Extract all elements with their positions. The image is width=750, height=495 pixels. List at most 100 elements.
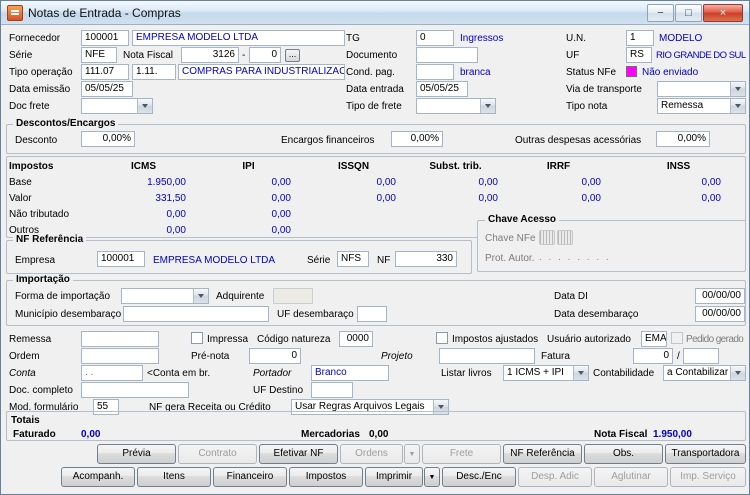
nota-fiscal-browse-button[interactable]: ... xyxy=(285,49,300,62)
contrato-button[interactable]: Contrato xyxy=(178,444,257,464)
documento-input[interactable] xyxy=(416,47,478,63)
conta-input[interactable]: . . xyxy=(81,365,143,381)
municipio-desembaraco-input[interactable] xyxy=(123,306,269,322)
tipo-operacao-desc-field[interactable]: COMPRAS PARA INDUSTRIALIZACA xyxy=(178,64,345,80)
listar-livros-select[interactable]: 1 ICMS + IPI xyxy=(503,365,589,381)
importacao-group-title: Importação xyxy=(13,274,73,286)
nota-fiscal-sub-input[interactable]: 0 xyxy=(249,47,281,63)
encargos-input[interactable]: 0,00% xyxy=(391,131,443,147)
fornecedor-name-field[interactable]: EMPRESA MODELO LTDA xyxy=(132,30,345,46)
doc-completo-input[interactable] xyxy=(81,382,189,398)
ordem-input[interactable] xyxy=(81,348,159,364)
data-di-input[interactable]: 00/00/00 xyxy=(695,288,745,304)
ordens-dropdown-arrow-button[interactable]: ▼ xyxy=(404,444,420,464)
close-button[interactable]: × xyxy=(703,4,743,22)
tipo-frete-select[interactable] xyxy=(416,98,496,114)
usuario-autorizado-input[interactable]: EMA xyxy=(641,331,667,347)
portador-input[interactable]: Branco xyxy=(311,365,389,381)
un-desc: MODELO xyxy=(659,33,703,44)
outras-despesas-label: Outras despesas acessórias xyxy=(515,135,642,146)
data-emissao-input[interactable]: 05/05/25 xyxy=(81,81,133,97)
fatura-separator: / xyxy=(677,351,680,362)
outras-despesas-input[interactable]: 0,00% xyxy=(656,131,710,147)
impostos-button[interactable]: Impostos xyxy=(289,467,363,487)
impressa-checkbox[interactable] xyxy=(191,332,203,344)
un-input[interactable]: 1 xyxy=(626,30,654,46)
obs-button[interactable]: Obs. xyxy=(584,444,663,464)
chevron-down-icon[interactable] xyxy=(193,289,208,303)
impostos-cell: 0,00 xyxy=(271,177,291,188)
acompanh-button[interactable]: Acompanh. xyxy=(61,467,135,487)
uf-desembaraco-input[interactable] xyxy=(357,306,387,322)
maximize-button[interactable]: □ xyxy=(675,4,702,22)
nf-ref-serie-input[interactable]: NFS xyxy=(337,251,369,267)
efetivar-nf-button[interactable]: Efetivar NF xyxy=(259,444,338,464)
doc-frete-select[interactable] xyxy=(81,98,153,114)
financeiro-button[interactable]: Financeiro xyxy=(213,467,287,487)
nota-fiscal-numero-input[interactable]: 3126 xyxy=(181,47,239,63)
tg-desc: Ingressos xyxy=(460,33,504,44)
imprimir-dropdown-arrow-button[interactable]: ▼ xyxy=(424,467,440,487)
nf-ref-serie-label: Série xyxy=(307,255,331,266)
codigo-natureza-input[interactable]: 0000 xyxy=(339,331,373,347)
serie-input[interactable]: NFE xyxy=(81,47,117,63)
uf-destino-input[interactable] xyxy=(311,382,353,398)
chevron-down-icon[interactable] xyxy=(730,366,745,380)
imprimir-button[interactable]: Imprimir xyxy=(365,467,423,487)
pedido-gerado-checkbox[interactable] xyxy=(671,332,683,344)
chevron-down-icon[interactable] xyxy=(730,82,745,96)
codigo-natureza-label: Código natureza xyxy=(257,334,331,345)
fatura-parcela-input[interactable] xyxy=(683,348,719,364)
chevron-down-icon[interactable] xyxy=(573,366,588,380)
desconto-label: Desconto xyxy=(15,135,58,146)
remessa-input[interactable] xyxy=(81,331,159,347)
previa-button[interactable]: Prévia xyxy=(97,444,176,464)
ordens-button[interactable]: Ordens xyxy=(340,444,403,464)
nf-ref-nf-input[interactable]: 330 xyxy=(395,251,457,267)
adquirente-input[interactable] xyxy=(273,288,313,304)
uf-input[interactable]: RS xyxy=(626,47,652,63)
desc-enc-button[interactable]: Desc./Enc xyxy=(442,467,516,487)
pre-nota-input[interactable]: 0 xyxy=(249,348,301,364)
projeto-input[interactable] xyxy=(439,348,535,364)
nota-fiscal-label: Nota Fiscal xyxy=(123,50,174,61)
window-controls: − □ × xyxy=(647,4,743,22)
chevron-down-icon[interactable] xyxy=(730,99,745,113)
barcode-icon[interactable] xyxy=(539,230,555,245)
forma-importacao-select[interactable] xyxy=(121,288,209,304)
data-emissao-label: Data emissão xyxy=(9,84,71,95)
barcode-icon[interactable] xyxy=(557,230,573,245)
nf-referencia-button[interactable]: NF Referência xyxy=(503,444,582,464)
desp-adic-button[interactable]: Desp. Adic xyxy=(518,467,592,487)
impostos-cell: 0,00 xyxy=(478,177,498,188)
desconto-input[interactable]: 0,00% xyxy=(81,131,135,147)
via-transporte-select[interactable] xyxy=(657,81,746,97)
status-nfe-desc: Não enviado xyxy=(642,67,699,78)
cond-pag-input[interactable] xyxy=(416,64,454,80)
tg-input[interactable]: 0 xyxy=(416,30,454,46)
contabilidade-label: Contabilidade xyxy=(593,368,655,379)
data-entrada-input[interactable]: 05/05/25 xyxy=(416,81,468,97)
chevron-down-icon[interactable] xyxy=(137,99,152,113)
nota-fiscal-total-label: Nota Fiscal xyxy=(594,429,648,440)
cond-pag-desc: branca xyxy=(460,67,491,78)
itens-button[interactable]: Itens xyxy=(137,467,211,487)
tipo-nota-select[interactable]: Remessa xyxy=(657,98,746,114)
nf-ref-empresa-input[interactable]: 100001 xyxy=(97,251,145,267)
chevron-down-icon[interactable] xyxy=(480,99,495,113)
minimize-button[interactable]: − xyxy=(647,4,674,22)
frete-button[interactable]: Frete xyxy=(422,444,501,464)
fatura-input[interactable]: 0 xyxy=(633,348,673,364)
contabilidade-select[interactable]: a Contabilizar xyxy=(663,365,746,381)
window: Notas de Entrada - Compras − □ × Fornece… xyxy=(0,0,750,495)
impostos-cell: 1.950,00 xyxy=(147,177,186,188)
data-desembaraco-input[interactable]: 00/00/00 xyxy=(695,306,745,322)
imp-servico-button[interactable]: Imp. Serviço xyxy=(670,467,746,487)
tipo-operacao-codigo-input[interactable]: 111.07 xyxy=(81,64,129,80)
tipo-operacao-natureza-input[interactable]: 1.11. xyxy=(132,64,176,80)
transportadora-button[interactable]: Transportadora xyxy=(665,444,746,464)
tg-label: TG xyxy=(346,33,360,44)
impostos-ajustados-checkbox[interactable] xyxy=(436,332,448,344)
aglutinar-button[interactable]: Aglutinar xyxy=(594,467,668,487)
fornecedor-code-input[interactable]: 100001 xyxy=(81,30,129,46)
